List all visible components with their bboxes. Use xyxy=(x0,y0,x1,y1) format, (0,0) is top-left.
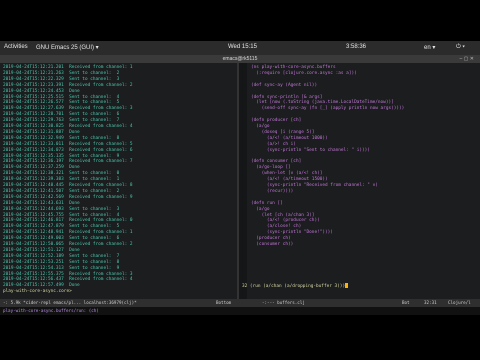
language-indicator[interactable]: en ▾ xyxy=(424,44,435,51)
emacs-frame: 2019-04-24T15:12:21.201 Received from ch… xyxy=(0,63,480,315)
gnome-top-bar: Activities GNU Emacs 25 (GUI) ▾ Wed 15:1… xyxy=(0,41,480,55)
left-mode-line-status: -: 5.9k *cider-repl emacs/pl... localhos… xyxy=(3,300,137,305)
source-code-line: (def sync-ay (Agent nil)) xyxy=(251,82,318,88)
right-mode-line-status: -:--- buffers.clj xyxy=(262,300,305,305)
clock[interactable]: Wed 15:15 xyxy=(228,44,257,50)
video-letterbox xyxy=(0,315,480,360)
source-code-line: (sync-println "Sent to channel: " i)))) xyxy=(251,147,370,153)
source-code-line: (:require [clojure.core.async :as a])) xyxy=(251,70,357,76)
system-time: 3:58:36 xyxy=(346,44,367,50)
app-menu[interactable]: GNU Emacs 25 (GUI) ▾ xyxy=(36,44,99,51)
source-buffer[interactable]: (ns play-with-core-async.buffers (:requi… xyxy=(239,63,480,299)
right-mode-line-linecol: 32:31 xyxy=(424,300,437,305)
current-edit-text: 32 (run (a/chan (a/dropping-buffer 3))) xyxy=(242,284,346,290)
minibuffer[interactable]: play-with-core-async.buffers/run: (ch) xyxy=(0,307,480,315)
source-code-line: (send-off sync-ay (fn [_] (apply println… xyxy=(251,106,405,112)
right-mode-line-position: Bot xyxy=(402,300,410,305)
window-controls[interactable]: – ▢ ✕ xyxy=(460,55,474,63)
window-titlebar[interactable]: emacs@rk5115 – ▢ ✕ xyxy=(0,55,480,63)
activities-button[interactable]: Activities xyxy=(4,44,28,50)
source-code-line: (recur)))) xyxy=(251,188,294,194)
minibuffer-text: play-with-core-async.buffers/run: (ch) xyxy=(3,308,99,313)
right-mode-line-mode: Clojure/l xyxy=(448,300,471,305)
repl-buffer[interactable]: 2019-04-24T15:12:21.201 Received from ch… xyxy=(0,63,237,299)
source-code-line: (consumer ch)) xyxy=(251,242,294,247)
power-menu[interactable]: ⏻ ▾ xyxy=(456,44,465,51)
window-title: emacs@rk5115 xyxy=(222,56,258,62)
line-gutter xyxy=(239,63,247,299)
left-mode-line-position: Bottom xyxy=(216,300,232,305)
mode-line[interactable]: -: 5.9k *cider-repl emacs/pl... localhos… xyxy=(0,299,480,307)
desktop-screen: Activities GNU Emacs 25 (GUI) ▾ Wed 15:1… xyxy=(0,0,480,360)
current-edit-line[interactable]: 32 (run (a/chan (a/dropping-buffer 3))) xyxy=(242,283,349,290)
text-cursor xyxy=(345,283,349,289)
repl-prompt[interactable]: play-with-core-async.core> xyxy=(3,289,72,295)
